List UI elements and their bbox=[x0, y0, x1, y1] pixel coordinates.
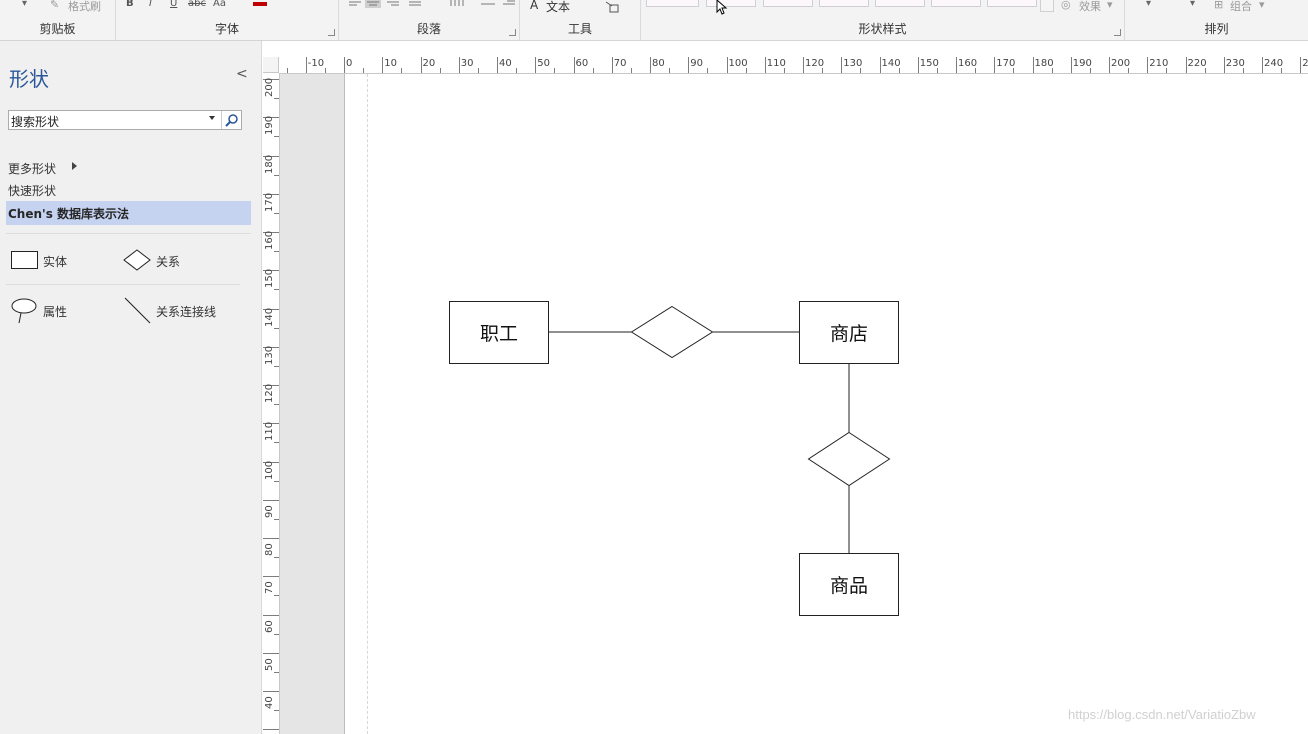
entity-label-product: 商品 bbox=[829, 575, 868, 597]
mouse-cursor-icon bbox=[716, 0, 728, 15]
er-diagram bbox=[449, 301, 899, 616]
relationship-diamond[interactable] bbox=[807, 431, 891, 487]
watermark-text: https://blog.csdn.net/VariatioZbw bbox=[1068, 707, 1256, 722]
relationship-diamond[interactable] bbox=[630, 305, 714, 359]
entity-label-employee: 职工 bbox=[479, 323, 518, 345]
entity-label-store: 商店 bbox=[829, 323, 868, 345]
